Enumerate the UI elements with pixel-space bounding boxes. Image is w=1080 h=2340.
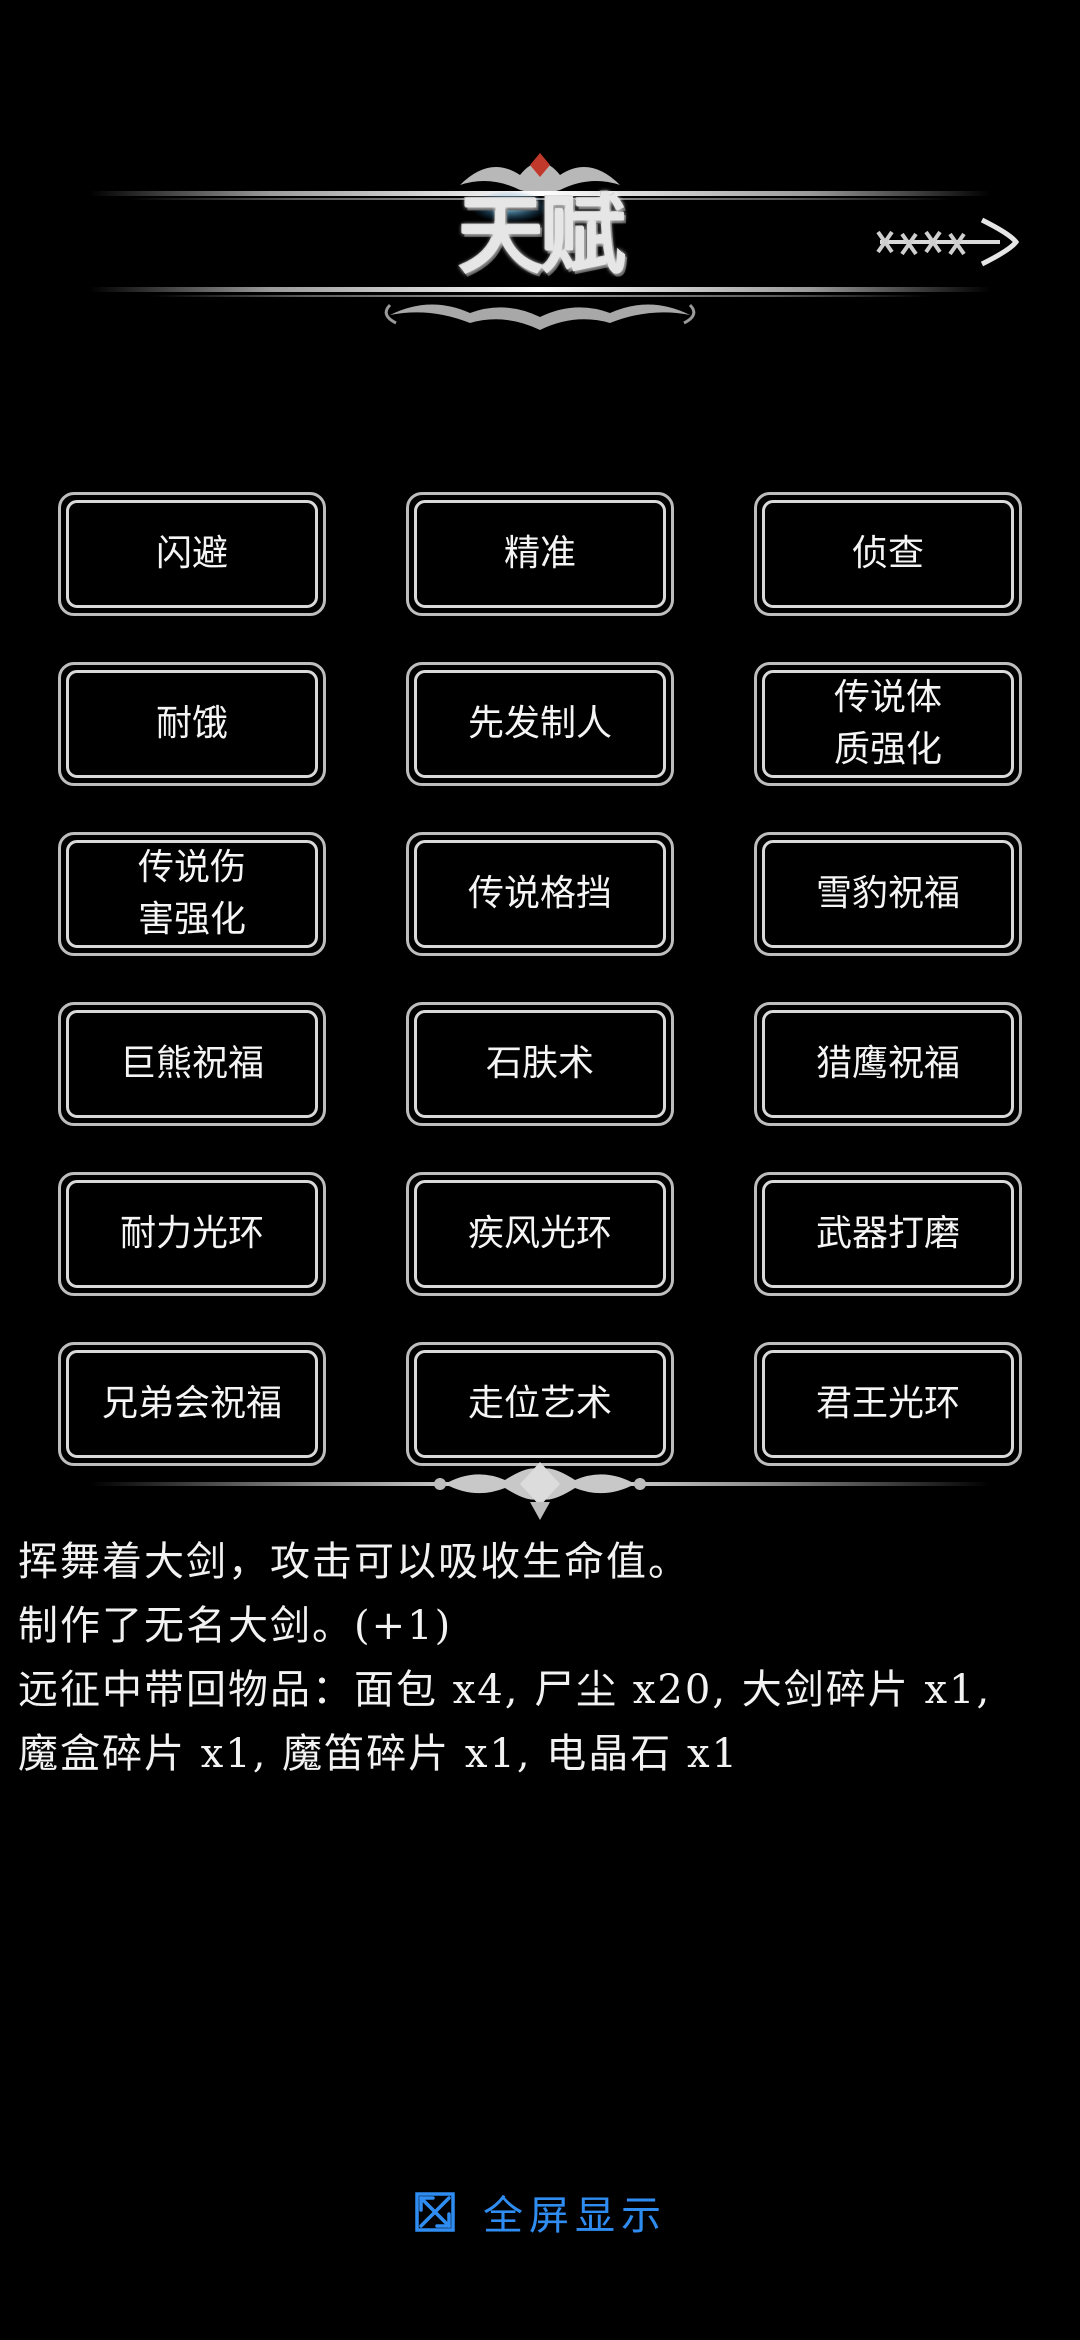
talent-label: 侦查: [762, 500, 1014, 608]
talent-button-precision[interactable]: 精准: [406, 492, 674, 616]
talent-label: 传说体 质强化: [762, 670, 1014, 778]
talent-description: 挥舞着大剑，攻击可以吸收生命值。 制作了无名大剑。(+1) 远征中带回物品：面包…: [18, 1530, 1058, 1786]
talent-label: 传说伤 害强化: [66, 840, 318, 948]
fullscreen-button[interactable]: 全屏显示: [0, 2180, 1080, 2244]
description-line: 制作了无名大剑。(+1): [18, 1603, 453, 1649]
talent-label: 精准: [414, 500, 666, 608]
page-title: 天赋: [458, 185, 626, 286]
talent-button-legendary-block[interactable]: 传说格挡: [406, 832, 674, 956]
back-button[interactable]: [870, 212, 1020, 272]
ornament-divider: [90, 1462, 990, 1522]
talent-label: 闪避: [66, 500, 318, 608]
talent-button-preemptive[interactable]: 先发制人: [406, 662, 674, 786]
talent-label: 石肤术: [414, 1010, 666, 1118]
talent-button-legendary-constitution[interactable]: 传说体 质强化: [754, 662, 1022, 786]
description-line: 挥舞着大剑，攻击可以吸收生命值。: [18, 1539, 690, 1585]
talent-button-dodge[interactable]: 闪避: [58, 492, 326, 616]
talent-button-scout[interactable]: 侦查: [754, 492, 1022, 616]
description-line: 远征中带回物品：面包 x4, 尸尘 x20, 大剑碎片 x1,: [18, 1667, 992, 1713]
talent-button-falcon-blessing[interactable]: 猎鹰祝福: [754, 1002, 1022, 1126]
description-line: 魔盒碎片 x1, 魔笛碎片 x1, 电晶石 x1: [18, 1731, 740, 1777]
talent-button-footwork-art[interactable]: 走位艺术: [406, 1342, 674, 1466]
talent-label: 走位艺术: [414, 1350, 666, 1458]
talent-label: 传说格挡: [414, 840, 666, 948]
talent-label: 耐力光环: [66, 1180, 318, 1288]
talent-label: 兄弟会祝福: [66, 1350, 318, 1458]
fullscreen-icon: [415, 2192, 455, 2232]
talent-button-wind-aura[interactable]: 疾风光环: [406, 1172, 674, 1296]
talent-button-king-aura[interactable]: 君王光环: [754, 1342, 1022, 1466]
talent-button-weapon-sharpen[interactable]: 武器打磨: [754, 1172, 1022, 1296]
talent-button-stoneskin[interactable]: 石肤术: [406, 1002, 674, 1126]
talent-button-bear-blessing[interactable]: 巨熊祝福: [58, 1002, 326, 1126]
talent-button-snow-leopard-blessing[interactable]: 雪豹祝福: [754, 832, 1022, 956]
talent-button-endurance-aura[interactable]: 耐力光环: [58, 1172, 326, 1296]
talent-grid: 闪避 精准 侦查 耐饿 先发制人 传说体 质强化 传说伤 害强化 传说格挡 雪豹…: [58, 492, 1022, 1466]
title-banner: 天赋: [90, 145, 990, 345]
talent-label: 耐饿: [66, 670, 318, 778]
talent-label: 雪豹祝福: [762, 840, 1014, 948]
talent-label: 先发制人: [414, 670, 666, 778]
talent-label: 猎鹰祝福: [762, 1010, 1014, 1118]
talent-button-brotherhood-blessing[interactable]: 兄弟会祝福: [58, 1342, 326, 1466]
arrow-right-icon: [876, 217, 1020, 267]
talent-label: 巨熊祝福: [66, 1010, 318, 1118]
talent-label: 君王光环: [762, 1350, 1014, 1458]
fullscreen-label: 全屏显示: [483, 2193, 667, 2239]
talent-button-legendary-damage[interactable]: 传说伤 害强化: [58, 832, 326, 956]
talent-label: 疾风光环: [414, 1180, 666, 1288]
talent-button-hunger-resist[interactable]: 耐饿: [58, 662, 326, 786]
talent-label: 武器打磨: [762, 1180, 1014, 1288]
